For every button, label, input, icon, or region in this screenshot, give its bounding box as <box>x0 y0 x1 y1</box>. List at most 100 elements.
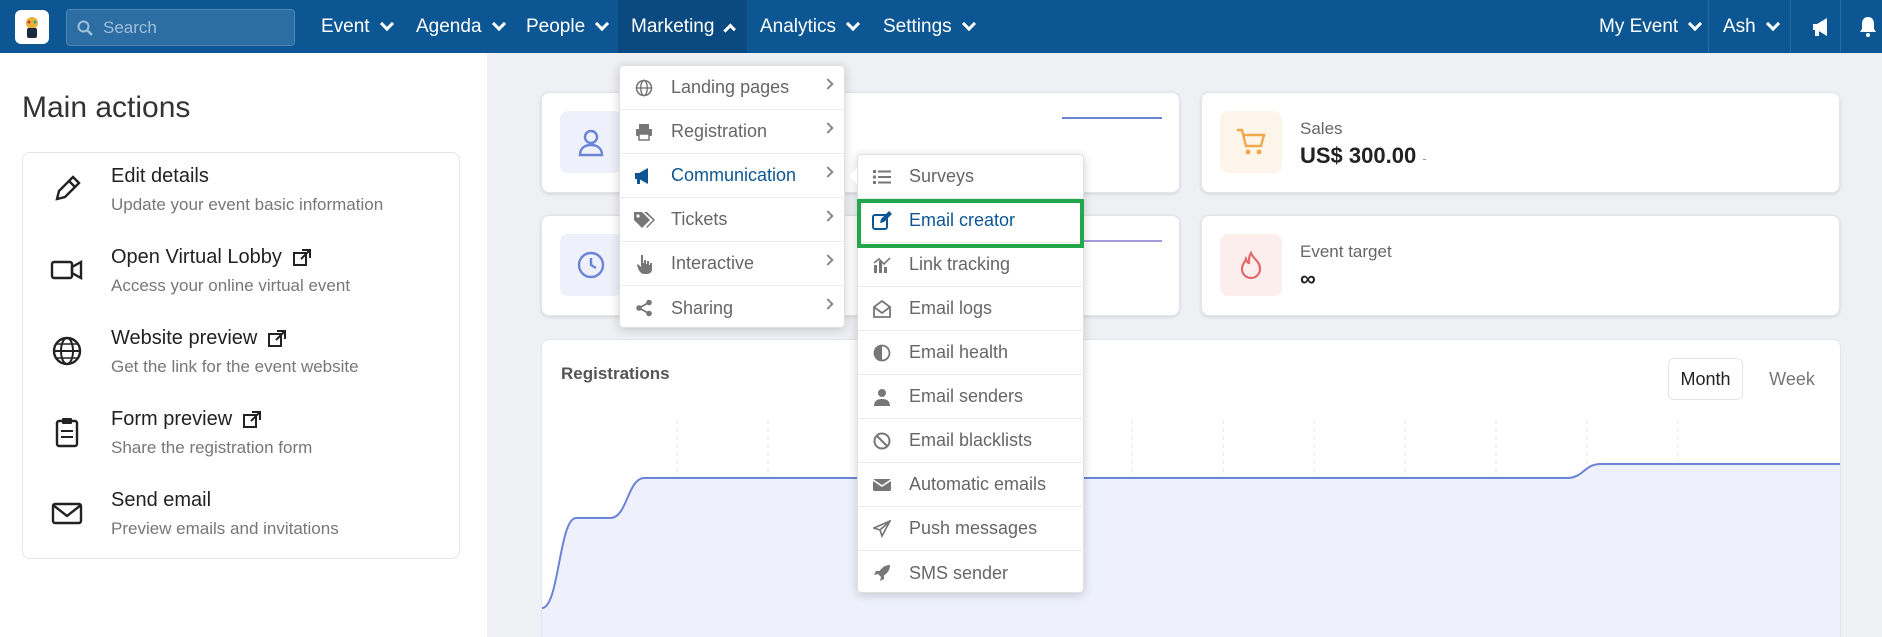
clipboard-icon <box>55 418 79 448</box>
chart-bars-icon <box>871 254 893 276</box>
chevron-right-icon <box>822 166 834 178</box>
menu-item-sharing[interactable]: Sharing <box>620 286 846 330</box>
chevron-right-icon <box>822 298 834 310</box>
submenu-item-link-tracking[interactable]: Link tracking <box>858 243 1085 287</box>
chevron-down-icon <box>379 16 394 31</box>
sales-value: US$ 300.00 - <box>1300 143 1427 169</box>
registrations-area-chart <box>542 420 1840 637</box>
search-input[interactable]: Search <box>66 9 295 46</box>
action-send-email[interactable]: Send email Preview emails and invitation… <box>23 477 459 557</box>
action-title: Open Virtual Lobby <box>111 246 282 268</box>
envelope-icon <box>871 474 893 496</box>
action-open-virtual-lobby[interactable]: Open Virtual Lobby Access your online vi… <box>23 234 459 314</box>
chevron-down-icon <box>491 16 506 31</box>
sales-delta: - <box>1422 151 1427 166</box>
registrations-chart-card: Registrations Month Week <box>541 339 1841 637</box>
external-link-icon <box>268 329 287 347</box>
chevron-right-icon <box>822 78 834 90</box>
envelope-icon <box>51 502 83 525</box>
action-title: Send email <box>111 489 212 511</box>
tags-icon <box>633 209 655 231</box>
top-navigation-bar: Search Event Agenda People Marketing Ana… <box>0 0 1882 53</box>
submenu-item-surveys[interactable]: Surveys <box>858 155 1085 199</box>
rocket-icon <box>871 562 893 584</box>
paper-plane-icon <box>871 518 893 540</box>
submenu-item-email-health[interactable]: Email health <box>858 331 1085 375</box>
chart-title: Registrations <box>561 364 670 383</box>
action-website-preview[interactable]: Website preview Get the link for the eve… <box>23 315 459 395</box>
list-icon <box>871 166 893 188</box>
divider <box>1840 0 1841 53</box>
pointer-hand-icon <box>633 253 655 275</box>
event-switcher[interactable]: My Event <box>1586 0 1713 53</box>
menu-item-landing-pages[interactable]: Landing pages <box>620 66 846 110</box>
bell-icon <box>1860 17 1876 37</box>
sparkline <box>1062 117 1162 119</box>
area-fill <box>542 464 1840 637</box>
menu-item-registration[interactable]: Registration <box>620 110 846 154</box>
nav-analytics[interactable]: Analytics <box>747 0 871 53</box>
submenu-item-email-senders[interactable]: Email senders <box>858 375 1085 419</box>
action-description: Access your online virtual event <box>111 276 351 295</box>
printer-icon <box>633 121 655 143</box>
half-circle-icon <box>871 342 893 364</box>
flame-icon <box>1220 234 1282 296</box>
menu-item-label: Landing pages <box>671 77 790 97</box>
menu-item-label: Communication <box>671 165 797 185</box>
user-menu[interactable]: Ash <box>1710 0 1791 53</box>
app-logo[interactable] <box>15 10 49 44</box>
toggle-week[interactable]: Week <box>1752 358 1832 400</box>
menu-item-tickets[interactable]: Tickets <box>620 198 846 242</box>
nav-settings[interactable]: Settings <box>870 0 987 53</box>
ban-icon <box>871 430 893 452</box>
menu-item-label: Email health <box>909 342 1009 362</box>
menu-item-communication[interactable]: Communication <box>620 154 846 198</box>
submenu-item-automatic-emails[interactable]: Automatic emails <box>858 463 1085 507</box>
nav-people-label: People <box>526 15 586 37</box>
menu-item-label: Automatic emails <box>909 474 1047 494</box>
menu-item-label: Push messages <box>909 518 1038 538</box>
chevron-right-icon <box>822 210 834 222</box>
notifications-button[interactable] <box>1846 0 1882 53</box>
menu-item-interactive[interactable]: Interactive <box>620 242 846 286</box>
chevron-down-icon <box>845 16 861 31</box>
toggle-month[interactable]: Month <box>1668 358 1743 400</box>
nav-event[interactable]: Event <box>308 0 405 53</box>
sales-amount: US$ 300.00 <box>1300 143 1417 168</box>
action-description: Update your event basic information <box>111 195 384 214</box>
search-icon <box>77 20 93 36</box>
action-description: Preview emails and invitations <box>111 519 339 538</box>
submenu-item-email-blacklists[interactable]: Email blacklists <box>858 419 1085 463</box>
action-title: Form preview <box>111 408 233 430</box>
envelope-open-icon <box>871 298 893 320</box>
video-camera-icon <box>50 259 83 281</box>
chevron-down-icon <box>1688 16 1703 31</box>
globe-icon <box>52 336 82 366</box>
external-link-icon <box>243 410 262 428</box>
nav-people[interactable]: People <box>513 0 620 53</box>
chevron-down-icon <box>961 16 976 31</box>
megaphone-icon <box>633 165 655 187</box>
submenu-item-sms-sender[interactable]: SMS sender <box>858 551 1085 595</box>
submenu-pointer <box>849 168 857 184</box>
submenu-item-push-messages[interactable]: Push messages <box>858 507 1085 551</box>
action-edit-details[interactable]: Edit details Update your event basic inf… <box>23 153 459 233</box>
cart-icon <box>1220 111 1282 173</box>
menu-item-label: Email senders <box>909 386 1024 406</box>
chevron-down-icon <box>1765 16 1780 31</box>
menu-item-label: Sharing <box>671 297 734 318</box>
main-actions-title: Main actions <box>22 91 191 124</box>
announcements-button[interactable] <box>1798 0 1846 53</box>
divider <box>1790 0 1791 53</box>
action-form-preview[interactable]: Form preview Share the registration form <box>23 396 459 476</box>
menu-item-label: Link tracking <box>909 254 1011 274</box>
stat-tile-sales: Sales US$ 300.00 - <box>1201 92 1840 193</box>
action-title: Edit details <box>111 165 209 187</box>
actions-card: Edit details Update your event basic inf… <box>22 152 460 559</box>
nav-agenda-label: Agenda <box>416 15 482 37</box>
nav-agenda[interactable]: Agenda <box>403 0 517 53</box>
nav-marketing[interactable]: Marketing <box>618 0 747 53</box>
target-value: ∞ <box>1300 266 1316 291</box>
submenu-item-email-logs[interactable]: Email logs <box>858 287 1085 331</box>
menu-item-label: Email blacklists <box>909 430 1033 450</box>
